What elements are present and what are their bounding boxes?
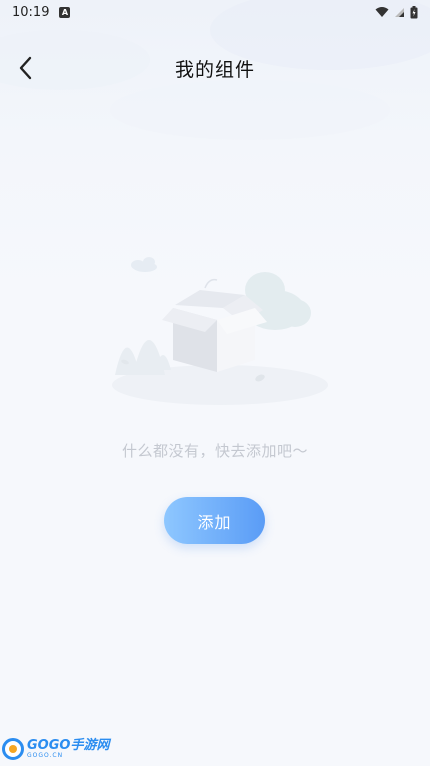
wifi-icon xyxy=(375,7,389,17)
page-title: 我的组件 xyxy=(174,58,255,81)
empty-box-illustration xyxy=(112,257,328,405)
screen: 10:19 A 我的组件 什么都没有，快去添加吧～ 添加 GOGO手游网 GOG… xyxy=(0,0,430,766)
chevron-left-icon xyxy=(19,56,32,80)
watermark-brand-cn: 手游网 xyxy=(70,738,110,753)
empty-state-message: 什么都没有，快去添加吧～ xyxy=(121,442,308,460)
add-button[interactable]: 添加 xyxy=(164,497,265,544)
header: 我的组件 xyxy=(0,44,430,92)
watermark-domain: GOGO.CN xyxy=(27,752,64,759)
gogo-logo-icon xyxy=(2,738,24,760)
watermark-brand: GOGO xyxy=(27,738,71,753)
watermark: GOGO手游网 GOGO.CN xyxy=(2,735,109,763)
back-button[interactable] xyxy=(8,48,44,88)
cellular-signal-icon xyxy=(395,7,404,17)
status-bar: 10:19 A xyxy=(0,0,430,24)
status-time: 10:19 xyxy=(12,4,50,20)
battery-charging-icon xyxy=(410,5,418,18)
notification-icon: A xyxy=(59,6,71,18)
